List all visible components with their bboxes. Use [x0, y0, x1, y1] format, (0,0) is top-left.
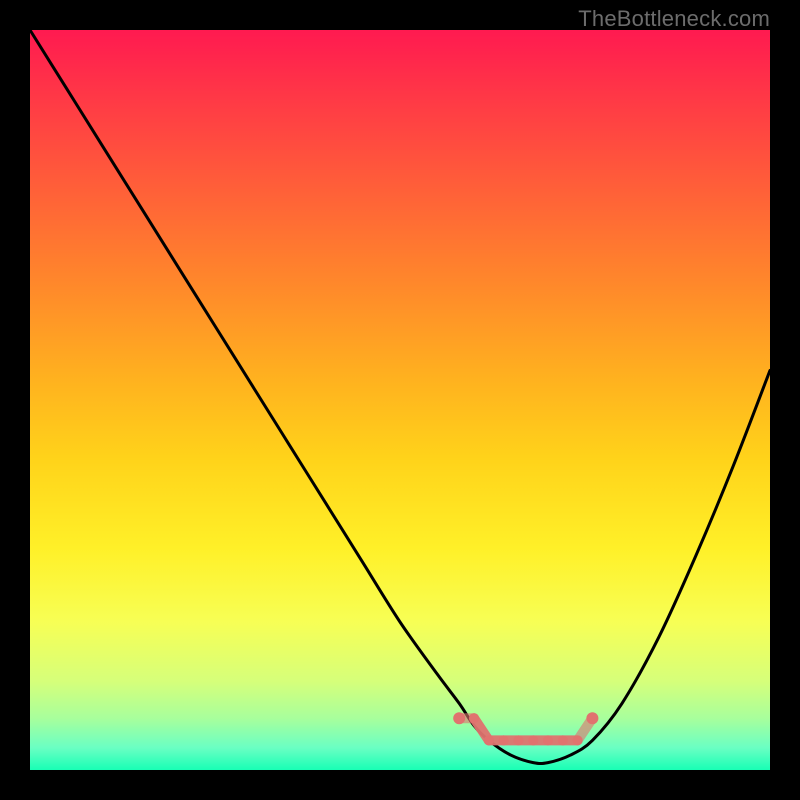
optimal-marker-dot [469, 713, 479, 723]
plot-area [30, 30, 770, 770]
optimal-marker-dot [558, 735, 568, 745]
optimal-marker-dot [528, 735, 538, 745]
chart-frame: TheBottleneck.com [0, 0, 800, 800]
optimal-marker-dot [573, 735, 583, 745]
optimal-marker-dot [453, 712, 465, 724]
optimal-marker-dot [499, 735, 509, 745]
optimal-marker-dot [484, 735, 494, 745]
optimal-marker-dot [586, 712, 598, 724]
watermark-text: TheBottleneck.com [578, 6, 770, 32]
chart-svg [30, 30, 770, 770]
bottleneck-curve [30, 30, 770, 764]
optimal-marker-dot [513, 735, 523, 745]
optimal-marker-dot [543, 735, 553, 745]
